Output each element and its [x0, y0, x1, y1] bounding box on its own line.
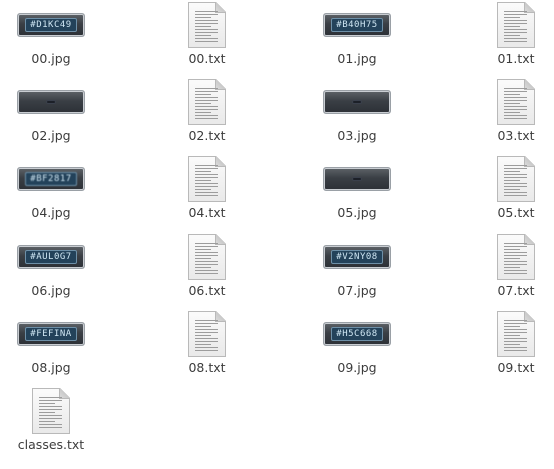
file-name-label: 01.txt	[497, 51, 535, 66]
image-thumbnail-icon	[323, 167, 391, 191]
image-thumbnail-icon: #AUL0G7	[17, 245, 85, 269]
text-file-thumbnail	[147, 0, 267, 50]
file-item[interactable]: #AUL0G7 06.jpg	[0, 232, 111, 302]
image-thumbnail-icon: #B40H75	[323, 13, 391, 37]
file-name-label: 02.txt	[188, 128, 226, 143]
text-file-icon	[497, 2, 535, 48]
text-file-thumbnail	[456, 154, 554, 204]
file-name-label: classes.txt	[17, 437, 85, 452]
text-file-icon	[497, 234, 535, 280]
plate-text: #FEFINA	[25, 327, 77, 341]
text-file-icon	[188, 2, 226, 48]
file-item[interactable]: 07.txt	[456, 232, 554, 302]
text-file-thumbnail	[456, 309, 554, 359]
image-thumbnail-icon: #FEFINA	[17, 322, 85, 346]
image-thumbnail-icon: #D1KC49	[17, 13, 85, 37]
plate-text	[352, 100, 362, 104]
file-item[interactable]: 05.txt	[456, 154, 554, 224]
file-item[interactable]: 02.txt	[147, 77, 267, 147]
text-file-icon	[497, 311, 535, 357]
file-name-label: 00.jpg	[31, 51, 71, 66]
plate-text: #BF2817	[25, 172, 77, 186]
file-item[interactable]: 04.txt	[147, 154, 267, 224]
image-thumbnail	[0, 77, 111, 127]
image-thumbnail	[297, 154, 417, 204]
file-item[interactable]: #BF2817 04.jpg	[0, 154, 111, 224]
file-item[interactable]: 03.jpg	[297, 77, 417, 147]
file-item[interactable]: 02.jpg	[0, 77, 111, 147]
image-thumbnail: #H5C668	[297, 309, 417, 359]
file-name-label: 06.txt	[188, 283, 226, 298]
file-name-label: 07.txt	[497, 283, 535, 298]
text-file-icon	[188, 79, 226, 125]
text-file-thumbnail	[456, 232, 554, 282]
plate-text: #V2NY08	[331, 250, 383, 264]
file-item[interactable]: 09.txt	[456, 309, 554, 379]
text-file-icon	[188, 234, 226, 280]
file-name-label: 05.jpg	[337, 205, 377, 220]
image-thumbnail: #B40H75	[297, 0, 417, 50]
image-thumbnail: #BF2817	[0, 154, 111, 204]
image-thumbnail-icon	[323, 90, 391, 114]
file-name-label: 05.txt	[497, 205, 535, 220]
file-name-label: 09.txt	[497, 360, 535, 375]
file-name-label: 03.jpg	[337, 128, 377, 143]
file-item[interactable]: classes.txt	[0, 386, 111, 456]
plate-text: #AUL0G7	[25, 250, 77, 264]
file-name-label: 08.jpg	[31, 360, 71, 375]
file-name-label: 00.txt	[188, 51, 226, 66]
image-thumbnail	[297, 77, 417, 127]
plate-text: #H5C668	[331, 327, 383, 341]
file-item[interactable]: 08.txt	[147, 309, 267, 379]
file-name-label: 04.jpg	[31, 205, 71, 220]
text-file-icon	[188, 311, 226, 357]
file-item[interactable]: #H5C668 09.jpg	[297, 309, 417, 379]
file-item[interactable]: #V2NY08 07.jpg	[297, 232, 417, 302]
file-name-label: 04.txt	[188, 205, 226, 220]
plate-text	[352, 177, 362, 181]
text-file-icon	[32, 388, 70, 434]
file-item[interactable]: #B40H75 01.jpg	[297, 0, 417, 70]
text-file-icon	[188, 156, 226, 202]
text-file-thumbnail	[456, 0, 554, 50]
text-file-thumbnail	[147, 77, 267, 127]
plate-text	[46, 100, 56, 104]
file-name-label: 07.jpg	[337, 283, 377, 298]
file-name-label: 02.jpg	[31, 128, 71, 143]
image-thumbnail-icon: #BF2817	[17, 167, 85, 191]
text-file-thumbnail	[456, 77, 554, 127]
file-item[interactable]: 00.txt	[147, 0, 267, 70]
file-item[interactable]: 01.txt	[456, 0, 554, 70]
text-file-icon	[497, 79, 535, 125]
file-name-label: 06.jpg	[31, 283, 71, 298]
image-thumbnail: #AUL0G7	[0, 232, 111, 282]
file-name-label: 01.jpg	[337, 51, 377, 66]
file-item[interactable]: #D1KC49 00.jpg	[0, 0, 111, 70]
image-thumbnail: #FEFINA	[0, 309, 111, 359]
text-file-thumbnail	[147, 154, 267, 204]
file-item[interactable]: 05.jpg	[297, 154, 417, 224]
file-grid: #D1KC49 00.jpg 00.txt #B40H75 01.jpg 01.txt 02…	[0, 0, 554, 469]
text-file-thumbnail	[0, 386, 111, 436]
text-file-icon	[497, 156, 535, 202]
image-thumbnail: #D1KC49	[0, 0, 111, 50]
file-item[interactable]: 06.txt	[147, 232, 267, 302]
plate-text: #B40H75	[331, 18, 383, 32]
file-name-label: 09.jpg	[337, 360, 377, 375]
file-item[interactable]: #FEFINA 08.jpg	[0, 309, 111, 379]
file-name-label: 03.txt	[497, 128, 535, 143]
image-thumbnail-icon	[17, 90, 85, 114]
text-file-thumbnail	[147, 309, 267, 359]
image-thumbnail-icon: #V2NY08	[323, 245, 391, 269]
plate-text: #D1KC49	[25, 18, 77, 32]
image-thumbnail: #V2NY08	[297, 232, 417, 282]
text-file-thumbnail	[147, 232, 267, 282]
file-item[interactable]: 03.txt	[456, 77, 554, 147]
file-name-label: 08.txt	[188, 360, 226, 375]
image-thumbnail-icon: #H5C668	[323, 322, 391, 346]
